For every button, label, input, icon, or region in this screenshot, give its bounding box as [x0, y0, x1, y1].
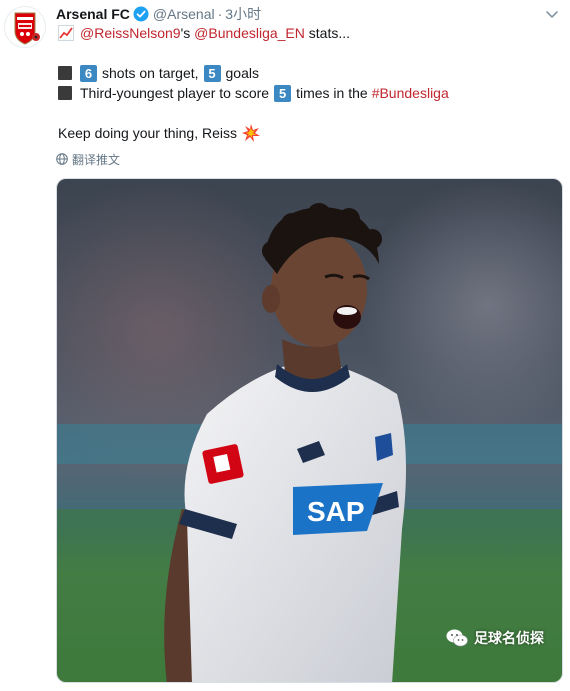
tweet-text: Third-youngest player to score [80, 85, 270, 101]
wechat-icon [446, 628, 468, 648]
tweet-text: goals [225, 65, 259, 81]
translate-tweet-link[interactable]: 翻译推文 [56, 150, 120, 168]
tweet-line-2: 6 shots on target, 5 goals [58, 63, 259, 83]
separator-dot: · [217, 6, 223, 22]
tweet-text: times in the [296, 85, 368, 101]
tweet-text: shots on target, [102, 65, 199, 81]
tweet-text: stats... [304, 25, 351, 41]
mention-reissnelson9[interactable]: @ReissNelson9 [80, 25, 181, 41]
globe-icon [56, 153, 68, 165]
tweet-line-3: Third-youngest player to score 5 times i… [58, 83, 449, 103]
arsenal-crest-icon [5, 7, 45, 47]
chart-increasing-icon [58, 25, 74, 41]
timestamp[interactable]: 3小时 [225, 4, 261, 24]
tweet-header: Arsenal FC @Arsenal · 3小时 [56, 4, 540, 24]
avatar[interactable] [4, 6, 46, 48]
account-name[interactable]: Arsenal FC [56, 6, 130, 22]
tweet-line-4: Keep doing your thing, Reiss [58, 123, 260, 143]
chevron-down-icon[interactable] [544, 6, 560, 22]
tweet-line-1: @ReissNelson9 's @Bundesliga_EN stats... [58, 23, 350, 43]
collision-icon [242, 124, 260, 142]
svg-text:SAP: SAP [307, 496, 365, 527]
watermark: 足球名侦探 [446, 628, 544, 648]
mention-bundesliga-en[interactable]: @Bundesliga_EN [194, 25, 305, 41]
tweet-card: Arsenal FC @Arsenal · 3小时 @ReissNelson9 … [0, 0, 570, 691]
player-photo-image: SAP [57, 179, 562, 682]
keycap-number: 6 [80, 64, 97, 82]
black-square-icon [58, 86, 72, 100]
hashtag-bundesliga[interactable]: #Bundesliga [372, 85, 449, 101]
watermark-text: 足球名侦探 [474, 630, 544, 646]
tweet-text: Keep doing your thing, Reiss [58, 125, 237, 141]
tweet-photo[interactable]: SAP 足球名侦探 [56, 178, 563, 683]
translate-label: 翻译推文 [72, 152, 121, 167]
keycap-number: 5 [203, 64, 221, 82]
account-handle[interactable]: @Arsenal [153, 6, 215, 22]
black-square-icon [58, 66, 72, 80]
tweet-text: 's [180, 25, 195, 41]
keycap-number: 5 [274, 84, 292, 102]
verified-badge-icon [133, 6, 149, 22]
